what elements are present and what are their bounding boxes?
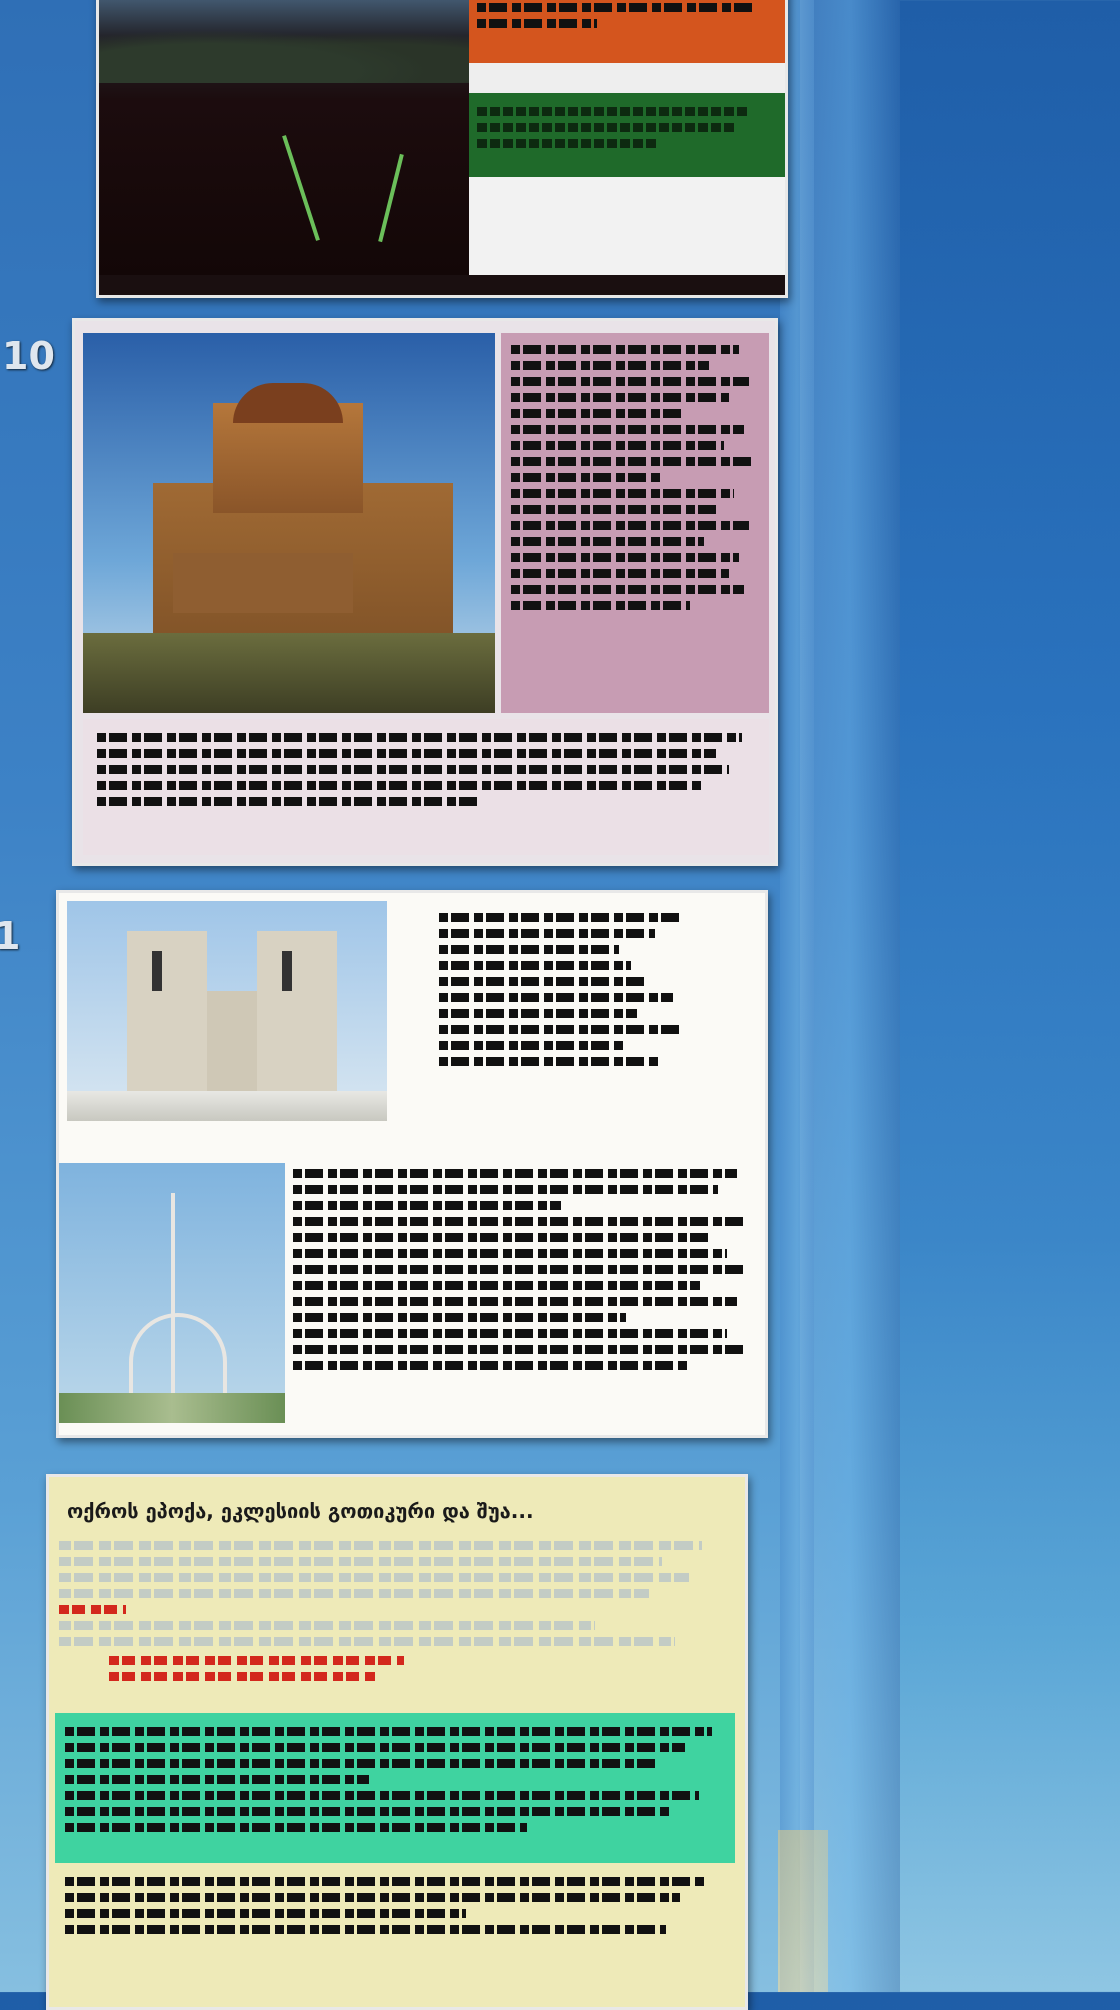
slide9-white-gap [469,63,785,93]
slide-thumbnail-12[interactable]: ოქროს ეპოქა, ეკლესიის გოთიკური და შუა... [46,1474,748,2010]
slide9-white-area [469,177,785,275]
slide12-bottom-text [59,1871,739,1991]
slide-number-11: 1 [0,914,21,958]
slide10-bottom-textbox [83,719,769,855]
slide-thumbnail-9[interactable] [96,0,788,298]
slide12-title: ოქროს ეპოქა, ეკლესიის გოთიკური და შუა... [67,1499,534,1523]
slide9-orange-band [469,0,785,63]
slide-number-10: 10 [2,334,55,378]
slide12-teal-box [55,1713,735,1863]
road-landscape-image [99,0,469,275]
church-image [83,333,495,713]
slide11-bottom-text [293,1169,755,1419]
slide11-right-text [439,913,739,1143]
panel-edge [800,0,900,1992]
slide-thumbnail-10[interactable] [72,318,778,866]
notre-dame-image [67,901,387,1121]
eiffel-tower-image [59,1163,285,1423]
slide10-pink-textbox [501,333,769,713]
slide-thumbnail-11[interactable] [56,890,768,1438]
slide12-yellow-text [59,1541,729,1711]
slide9-green-band [469,93,785,177]
